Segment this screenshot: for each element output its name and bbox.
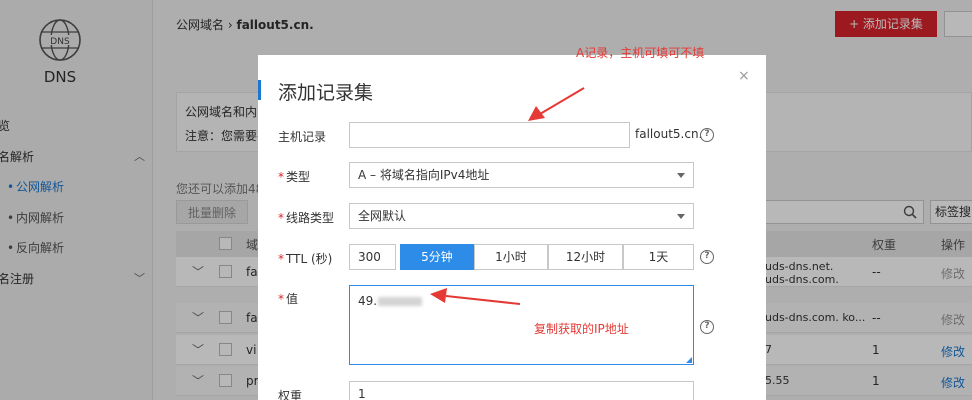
annotation-arrows [430, 87, 585, 305]
arrow-to-host-icon [528, 87, 585, 121]
arrow-to-value-icon [430, 288, 521, 305]
